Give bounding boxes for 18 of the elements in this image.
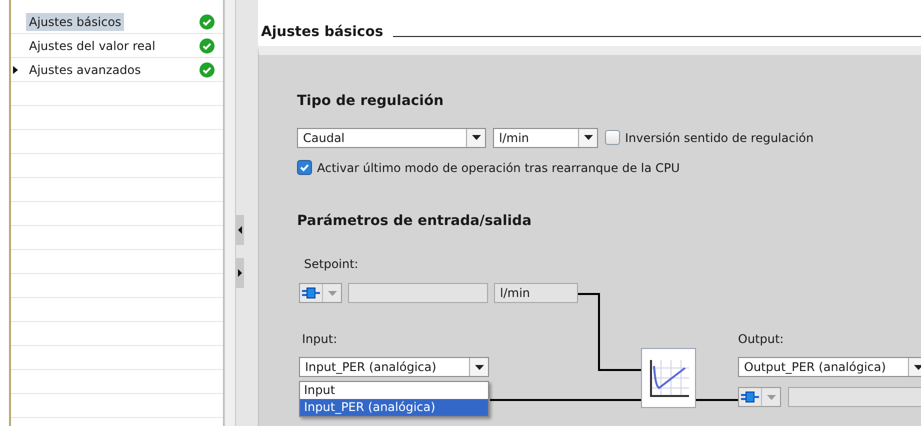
nav-item[interactable]: Ajustes del valor real bbox=[26, 37, 158, 55]
unit-field: l/min bbox=[494, 283, 578, 303]
dropdown[interactable]: l/min bbox=[493, 128, 598, 148]
field-label: Input: bbox=[302, 332, 338, 346]
field-label: Output: bbox=[738, 332, 784, 346]
dropdown[interactable]: Output_PER (analógica) bbox=[738, 357, 921, 377]
checkbox-label: Inversión sentido de regulación bbox=[625, 130, 814, 144]
nav-item[interactable]: Ajustes básicos bbox=[26, 13, 124, 31]
dropdown[interactable]: Input_PER (analógica) bbox=[299, 357, 489, 377]
field-label: Setpoint: bbox=[304, 257, 358, 271]
dropdown-option[interactable]: Input_PER (analógica) bbox=[300, 399, 488, 416]
page-title: Ajustes básicos bbox=[261, 24, 384, 40]
checkbox-label: Activar último modo de operación tras rearranque de la CPU bbox=[317, 160, 680, 174]
section-title: Parámetros de entrada/salida bbox=[297, 213, 533, 229]
nav-item[interactable]: Ajustes avanzados bbox=[26, 61, 144, 79]
section-title: Tipo de regulación bbox=[297, 93, 445, 109]
dropdown[interactable]: Caudal bbox=[297, 128, 486, 148]
dropdown-option[interactable]: Input bbox=[300, 382, 488, 399]
